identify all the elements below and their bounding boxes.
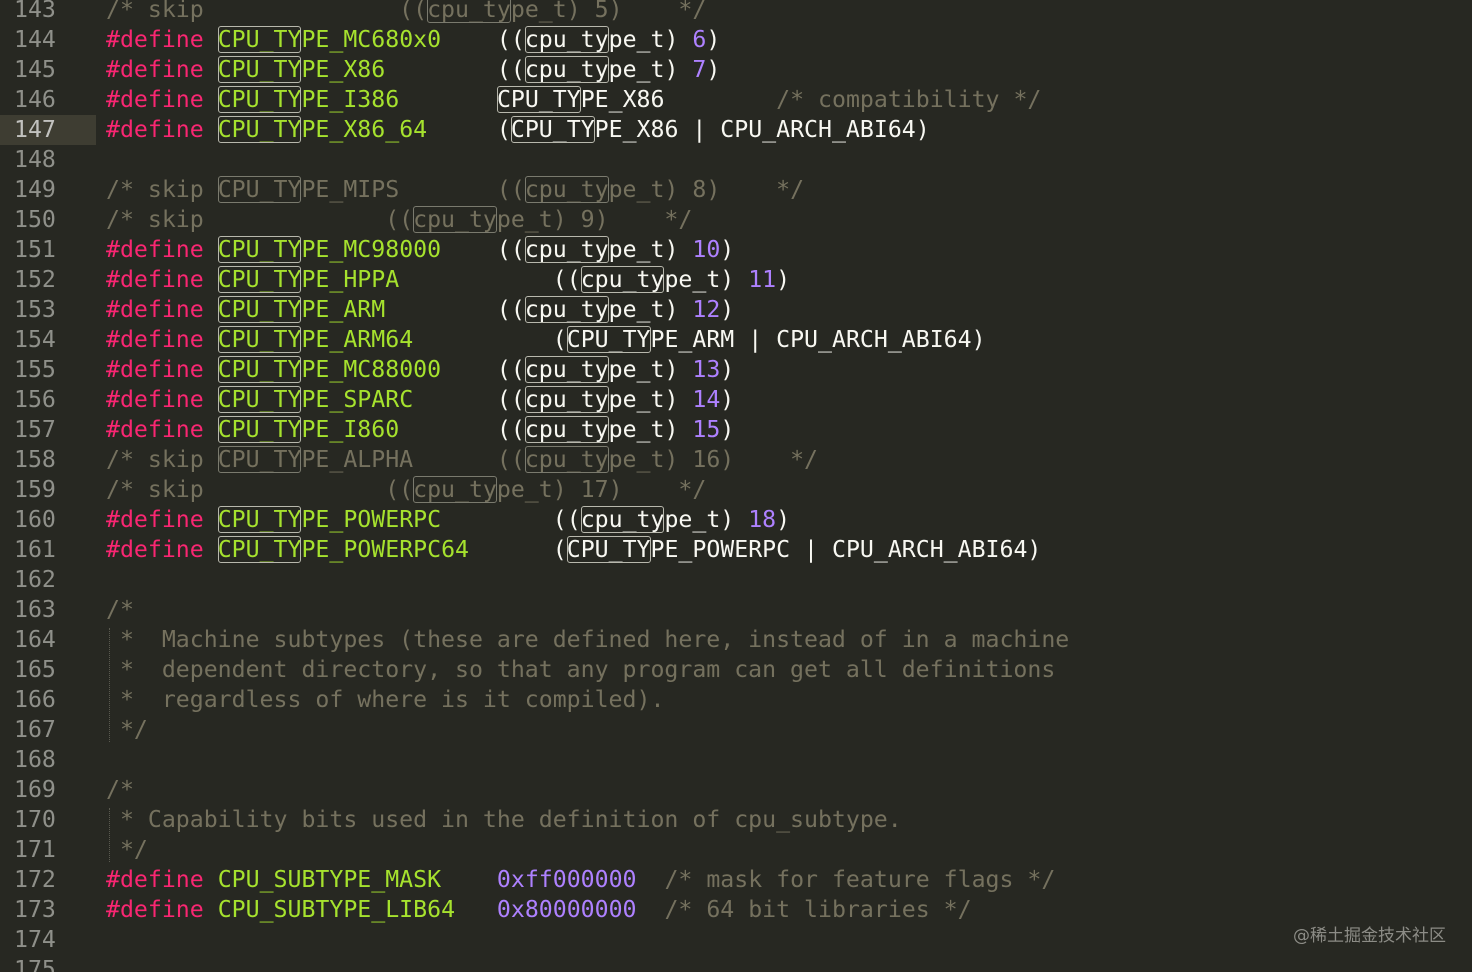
code-text: /* xyxy=(106,776,134,803)
code-line[interactable]: 160 #define CPU_TYPE_POWERPC ((cpu_type_t… xyxy=(0,505,1472,535)
code-line[interactable]: 159 /* skip ((cpu_type_t) 17) */ xyxy=(0,475,1472,505)
line-number: 169 xyxy=(14,776,56,803)
code-text: #define CPU_TYPE_ARM64 (CPU_TYPE_ARM | C… xyxy=(106,326,986,353)
line-number: 158 xyxy=(14,446,56,473)
code-text: /* xyxy=(106,596,134,623)
code-text: #define CPU_TYPE_HPPA ((cpu_type_t) 11) xyxy=(106,266,791,293)
code-text: */ xyxy=(106,716,148,743)
line-number: 175 xyxy=(14,956,56,972)
indent-guide xyxy=(109,808,110,862)
code-text: * regardless of where is it compiled). xyxy=(106,686,665,713)
code-line[interactable]: 148 xyxy=(0,145,1472,175)
line-number: 159 xyxy=(14,476,56,503)
line-number: 161 xyxy=(14,536,56,563)
code-text: #define CPU_TYPE_X86 ((cpu_type_t) 7) xyxy=(106,56,721,83)
line-number: 144 xyxy=(14,26,56,53)
code-line[interactable]: 147 #define CPU_TYPE_X86_64 (CPU_TYPE_X86… xyxy=(0,115,1472,145)
code-line[interactable]: 155 #define CPU_TYPE_MC88000 ((cpu_type_t… xyxy=(0,355,1472,385)
line-number: 143 xyxy=(14,0,56,23)
code-text: #define CPU_TYPE_MC680x0 ((cpu_type_t) 6… xyxy=(106,26,721,53)
code-line[interactable]: 164 * Machine subtypes (these are define… xyxy=(0,625,1472,655)
code-text: /* skip CPU_TYPE_ALPHA ((cpu_type_t) 16)… xyxy=(106,446,818,473)
code-line[interactable]: 165 * dependent directory, so that any p… xyxy=(0,655,1472,685)
code-line[interactable]: 153 #define CPU_TYPE_ARM ((cpu_type_t) 12… xyxy=(0,295,1472,325)
code-text: * Machine subtypes (these are defined he… xyxy=(106,626,1070,653)
code-line[interactable]: 171 */ xyxy=(0,835,1472,865)
code-line[interactable]: 169 /* xyxy=(0,775,1472,805)
code-line[interactable]: 168 xyxy=(0,745,1472,775)
code-text: * Capability bits used in the definition… xyxy=(106,806,902,833)
line-number: 145 xyxy=(14,56,56,83)
line-number: 172 xyxy=(14,866,56,893)
code-line[interactable]: 163 /* xyxy=(0,595,1472,625)
line-number: 166 xyxy=(14,686,56,713)
line-number: 171 xyxy=(14,836,56,863)
line-number: 170 xyxy=(14,806,56,833)
code-text: #define CPU_TYPE_I386 CPU_TYPE_X86 /* co… xyxy=(106,86,1042,113)
code-line[interactable]: 173 #define CPU_SUBTYPE_LIB64 0x80000000 … xyxy=(0,895,1472,925)
line-number: 156 xyxy=(14,386,56,413)
code-line[interactable]: 172 #define CPU_SUBTYPE_MASK 0xff000000 /… xyxy=(0,865,1472,895)
line-number: 149 xyxy=(14,176,56,203)
code-text: #define CPU_TYPE_POWERPC64 (CPU_TYPE_POW… xyxy=(106,536,1042,563)
code-text: /* skip CPU_TYPE_MIPS ((cpu_type_t) 8) *… xyxy=(106,176,805,203)
code-text: /* skip ((cpu_type_t) 9) */ xyxy=(106,206,693,233)
line-number: 173 xyxy=(14,896,56,923)
code-line[interactable]: 151 #define CPU_TYPE_MC98000 ((cpu_type_t… xyxy=(0,235,1472,265)
code-line[interactable]: 152 #define CPU_TYPE_HPPA ((cpu_type_t) 1… xyxy=(0,265,1472,295)
line-number: 163 xyxy=(14,596,56,623)
code-line[interactable]: 166 * regardless of where is it compiled… xyxy=(0,685,1472,715)
indent-guide xyxy=(109,628,110,742)
line-number: 168 xyxy=(14,746,56,773)
line-number: 148 xyxy=(14,146,56,173)
code-line[interactable]: 175 xyxy=(0,955,1472,972)
line-number: 165 xyxy=(14,656,56,683)
code-text: /* skip ((cpu_type_t) 5) */ xyxy=(106,0,706,25)
code-line[interactable]: 143 /* skip ((cpu_type_t) 5) */ xyxy=(0,0,1472,25)
line-number: 152 xyxy=(14,266,56,293)
line-number: 162 xyxy=(14,566,56,593)
code-text: * dependent directory, so that any progr… xyxy=(106,656,1056,683)
code-line[interactable]: 174 xyxy=(0,925,1472,955)
code-text: #define CPU_TYPE_I860 ((cpu_type_t) 15) xyxy=(106,416,735,443)
code-line[interactable]: 144 #define CPU_TYPE_MC680x0 ((cpu_type_t… xyxy=(0,25,1472,55)
line-number: 164 xyxy=(14,626,56,653)
code-text: #define CPU_TYPE_ARM ((cpu_type_t) 12) xyxy=(106,296,735,323)
code-text: #define CPU_TYPE_POWERPC ((cpu_type_t) 1… xyxy=(106,506,791,533)
code-line[interactable]: 158 /* skip CPU_TYPE_ALPHA ((cpu_type_t) … xyxy=(0,445,1472,475)
code-line[interactable]: 170 * Capability bits used in the defini… xyxy=(0,805,1472,835)
code-text: #define CPU_TYPE_MC98000 ((cpu_type_t) 1… xyxy=(106,236,735,263)
line-number: 160 xyxy=(14,506,56,533)
code-text: #define CPU_SUBTYPE_LIB64 0x80000000 /* … xyxy=(106,896,972,923)
line-number: 154 xyxy=(14,326,56,353)
code-text: /* skip ((cpu_type_t) 17) */ xyxy=(106,476,707,503)
code-line[interactable]: 156 #define CPU_TYPE_SPARC ((cpu_type_t) … xyxy=(0,385,1472,415)
code-text: #define CPU_TYPE_MC88000 ((cpu_type_t) 1… xyxy=(106,356,735,383)
line-number: 155 xyxy=(14,356,56,383)
watermark: @稀土掘金技术社区 xyxy=(1293,926,1446,946)
code-line[interactable]: 150 /* skip ((cpu_type_t) 9) */ xyxy=(0,205,1472,235)
line-number: 150 xyxy=(14,206,56,233)
code-line[interactable]: 167 */ xyxy=(0,715,1472,745)
code-text: #define CPU_TYPE_X86_64 (CPU_TYPE_X86 | … xyxy=(106,116,930,143)
code-editor[interactable]: 143 /* skip ((cpu_type_t) 5) */ 144 #define… xyxy=(0,0,1472,972)
line-number: 167 xyxy=(14,716,56,743)
code-line[interactable]: 149 /* skip CPU_TYPE_MIPS ((cpu_type_t) 8… xyxy=(0,175,1472,205)
code-line[interactable]: 162 xyxy=(0,565,1472,595)
line-number: 146 xyxy=(14,86,56,113)
code-line[interactable]: 145 #define CPU_TYPE_X86 ((cpu_type_t) 7) xyxy=(0,55,1472,85)
line-number: 147 xyxy=(0,115,96,145)
code-line[interactable]: 161 #define CPU_TYPE_POWERPC64 (CPU_TYPE_… xyxy=(0,535,1472,565)
line-number: 153 xyxy=(14,296,56,323)
line-number: 151 xyxy=(14,236,56,263)
line-number: 157 xyxy=(14,416,56,443)
line-number: 174 xyxy=(14,926,56,953)
code-text: #define CPU_TYPE_SPARC ((cpu_type_t) 14) xyxy=(106,386,735,413)
code-text: */ xyxy=(106,836,148,863)
code-line[interactable]: 146 #define CPU_TYPE_I386 CPU_TYPE_X86 /*… xyxy=(0,85,1472,115)
code-text: #define CPU_SUBTYPE_MASK 0xff000000 /* m… xyxy=(106,866,1056,893)
code-line[interactable]: 157 #define CPU_TYPE_I860 ((cpu_type_t) 1… xyxy=(0,415,1472,445)
code-line[interactable]: 154 #define CPU_TYPE_ARM64 (CPU_TYPE_ARM … xyxy=(0,325,1472,355)
